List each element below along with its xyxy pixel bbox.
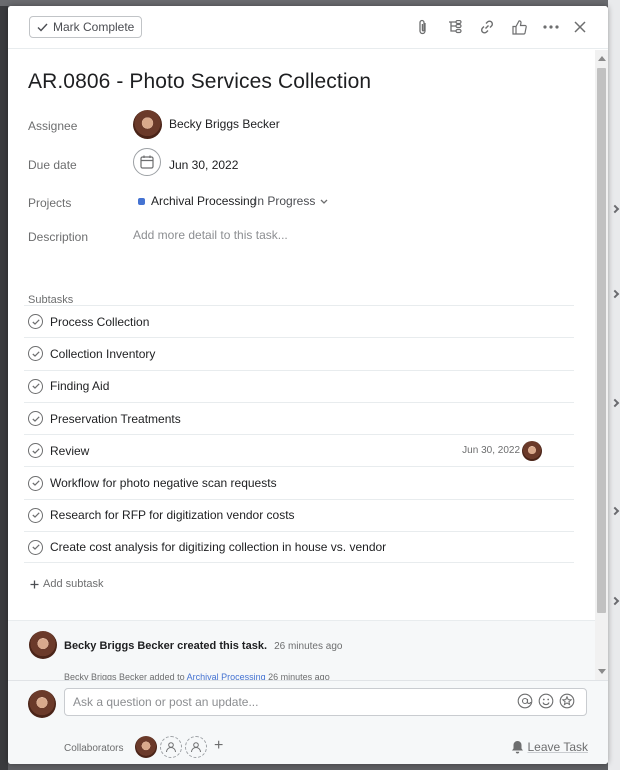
subtask-name: Preservation Treatments — [50, 411, 181, 426]
subtask-name: Research for RFP for digitization vendor… — [50, 508, 295, 523]
subtask-name: Finding Aid — [50, 379, 110, 394]
activity-story-partial: Becky Briggs Becker added to Archival Pr… — [64, 672, 330, 680]
emoji-icon[interactable] — [537, 692, 555, 710]
assignee-name: Becky Briggs Becker — [169, 117, 280, 131]
leave-task-button[interactable]: Leave Task — [511, 740, 589, 754]
due-date-label: Due date — [28, 158, 77, 172]
complete-check-icon[interactable] — [28, 346, 43, 362]
bell-icon — [511, 741, 523, 754]
subtask-name: Collection Inventory — [50, 346, 156, 361]
plus-icon — [30, 580, 39, 588]
add-subtask-button[interactable]: Add subtask — [30, 578, 104, 590]
project-chip[interactable]: Archival Processing — [138, 194, 256, 208]
due-date-value[interactable]: Jun 30, 2022 — [169, 158, 238, 172]
scrollbar[interactable] — [595, 50, 608, 680]
chevron-down-icon — [320, 199, 328, 204]
project-status-dropdown[interactable]: In Progress — [254, 194, 328, 208]
plus-icon[interactable]: + — [214, 737, 223, 755]
complete-check-icon[interactable] — [28, 507, 43, 523]
subtask-icon[interactable] — [445, 17, 465, 37]
subtask-list: Process Collection Collection Inventory … — [24, 305, 574, 564]
task-toolbar: Mark Complete — [8, 6, 608, 49]
background-right-edge — [608, 0, 620, 770]
activity-actor: Becky Briggs Becker — [64, 672, 148, 680]
complete-check-icon[interactable] — [28, 539, 43, 555]
complete-check-icon[interactable] — [28, 378, 43, 394]
task-detail-pane: Mark Complete AR.0806 - Photo Services C… — [8, 6, 608, 764]
subtask-row[interactable]: Review Jun 30, 2022 — [24, 434, 574, 466]
comment-input[interactable] — [64, 688, 587, 716]
subtask-row[interactable]: Research for RFP for digitization vendor… — [24, 498, 574, 531]
avatar[interactable] — [135, 736, 157, 758]
subtask-name: Review — [50, 443, 90, 458]
scrollbar-thumb[interactable] — [597, 68, 606, 613]
collaborators-label: Collaborators — [64, 743, 124, 754]
scroll-down-arrow-icon[interactable] — [598, 669, 606, 674]
complete-check-icon[interactable] — [28, 443, 43, 459]
star-icon[interactable] — [558, 692, 576, 710]
activity-timestamp: 26 minutes ago — [274, 641, 343, 652]
subtask-row[interactable]: Collection Inventory — [24, 337, 574, 369]
subtask-name: Workflow for photo negative scan request… — [50, 476, 277, 491]
project-status: In Progress — [254, 194, 316, 208]
avatar[interactable] — [522, 441, 542, 462]
mark-complete-button[interactable]: Mark Complete — [29, 16, 143, 38]
calendar-icon[interactable] — [133, 148, 161, 176]
add-collaborator-user-icon[interactable] — [160, 736, 182, 758]
activity-actor[interactable]: Becky Briggs Becker — [64, 640, 174, 652]
more-icon[interactable] — [541, 17, 561, 37]
activity-feed: Becky Briggs Becker created this task. 2… — [8, 620, 595, 680]
assignee-field[interactable]: Becky Briggs Becker — [133, 109, 280, 139]
add-subtask-label: Add subtask — [43, 578, 104, 590]
task-body[interactable]: AR.0806 - Photo Services Collection Assi… — [8, 50, 608, 680]
activity-action: added to — [149, 672, 185, 680]
subtask-name: Create cost analysis for digitizing coll… — [50, 540, 387, 555]
activity-project-link[interactable]: Archival Processing — [187, 672, 266, 680]
project-name: Archival Processing — [151, 194, 257, 208]
subtask-row[interactable]: Process Collection — [24, 305, 574, 337]
complete-check-icon[interactable] — [28, 314, 43, 330]
complete-check-icon[interactable] — [28, 475, 43, 491]
activity-story: Becky Briggs Becker created this task. 2… — [64, 640, 342, 652]
comment-composer: Collaborators + Leave Task — [8, 680, 608, 764]
avatar — [29, 631, 57, 659]
description-label: Description — [28, 230, 89, 244]
scroll-up-arrow-icon[interactable] — [598, 56, 606, 61]
assignee-label: Assignee — [28, 119, 78, 133]
task-title[interactable]: AR.0806 - Photo Services Collection — [28, 70, 371, 94]
paperclip-icon[interactable] — [413, 17, 433, 37]
activity-timestamp: 26 minutes ago — [268, 672, 330, 680]
activity-action: created this task. — [177, 640, 267, 652]
description-field[interactable]: Add more detail to this task... — [133, 228, 288, 242]
add-collaborator-user-icon[interactable] — [185, 736, 207, 758]
mention-icon[interactable] — [516, 692, 534, 710]
mark-complete-label: Mark Complete — [53, 20, 135, 34]
link-icon[interactable] — [477, 17, 497, 37]
complete-check-icon[interactable] — [28, 411, 43, 427]
avatar — [133, 109, 162, 139]
projects-label: Projects — [28, 196, 72, 210]
subtask-row[interactable]: Workflow for photo negative scan request… — [24, 466, 574, 498]
check-icon — [37, 23, 48, 32]
subtask-due-date[interactable]: Jun 30, 2022 — [462, 445, 520, 456]
close-icon[interactable] — [570, 17, 590, 37]
background-left-edge — [0, 0, 8, 770]
project-color-dot — [138, 197, 145, 205]
avatar — [28, 690, 56, 718]
subtask-row[interactable]: Finding Aid — [24, 369, 574, 402]
thumbs-up-icon[interactable] — [509, 17, 529, 37]
subtask-name: Process Collection — [50, 314, 150, 329]
subtask-row[interactable]: Create cost analysis for digitizing coll… — [24, 531, 574, 564]
leave-task-label: Leave Task — [527, 740, 589, 754]
subtask-row[interactable]: Preservation Treatments — [24, 401, 574, 434]
